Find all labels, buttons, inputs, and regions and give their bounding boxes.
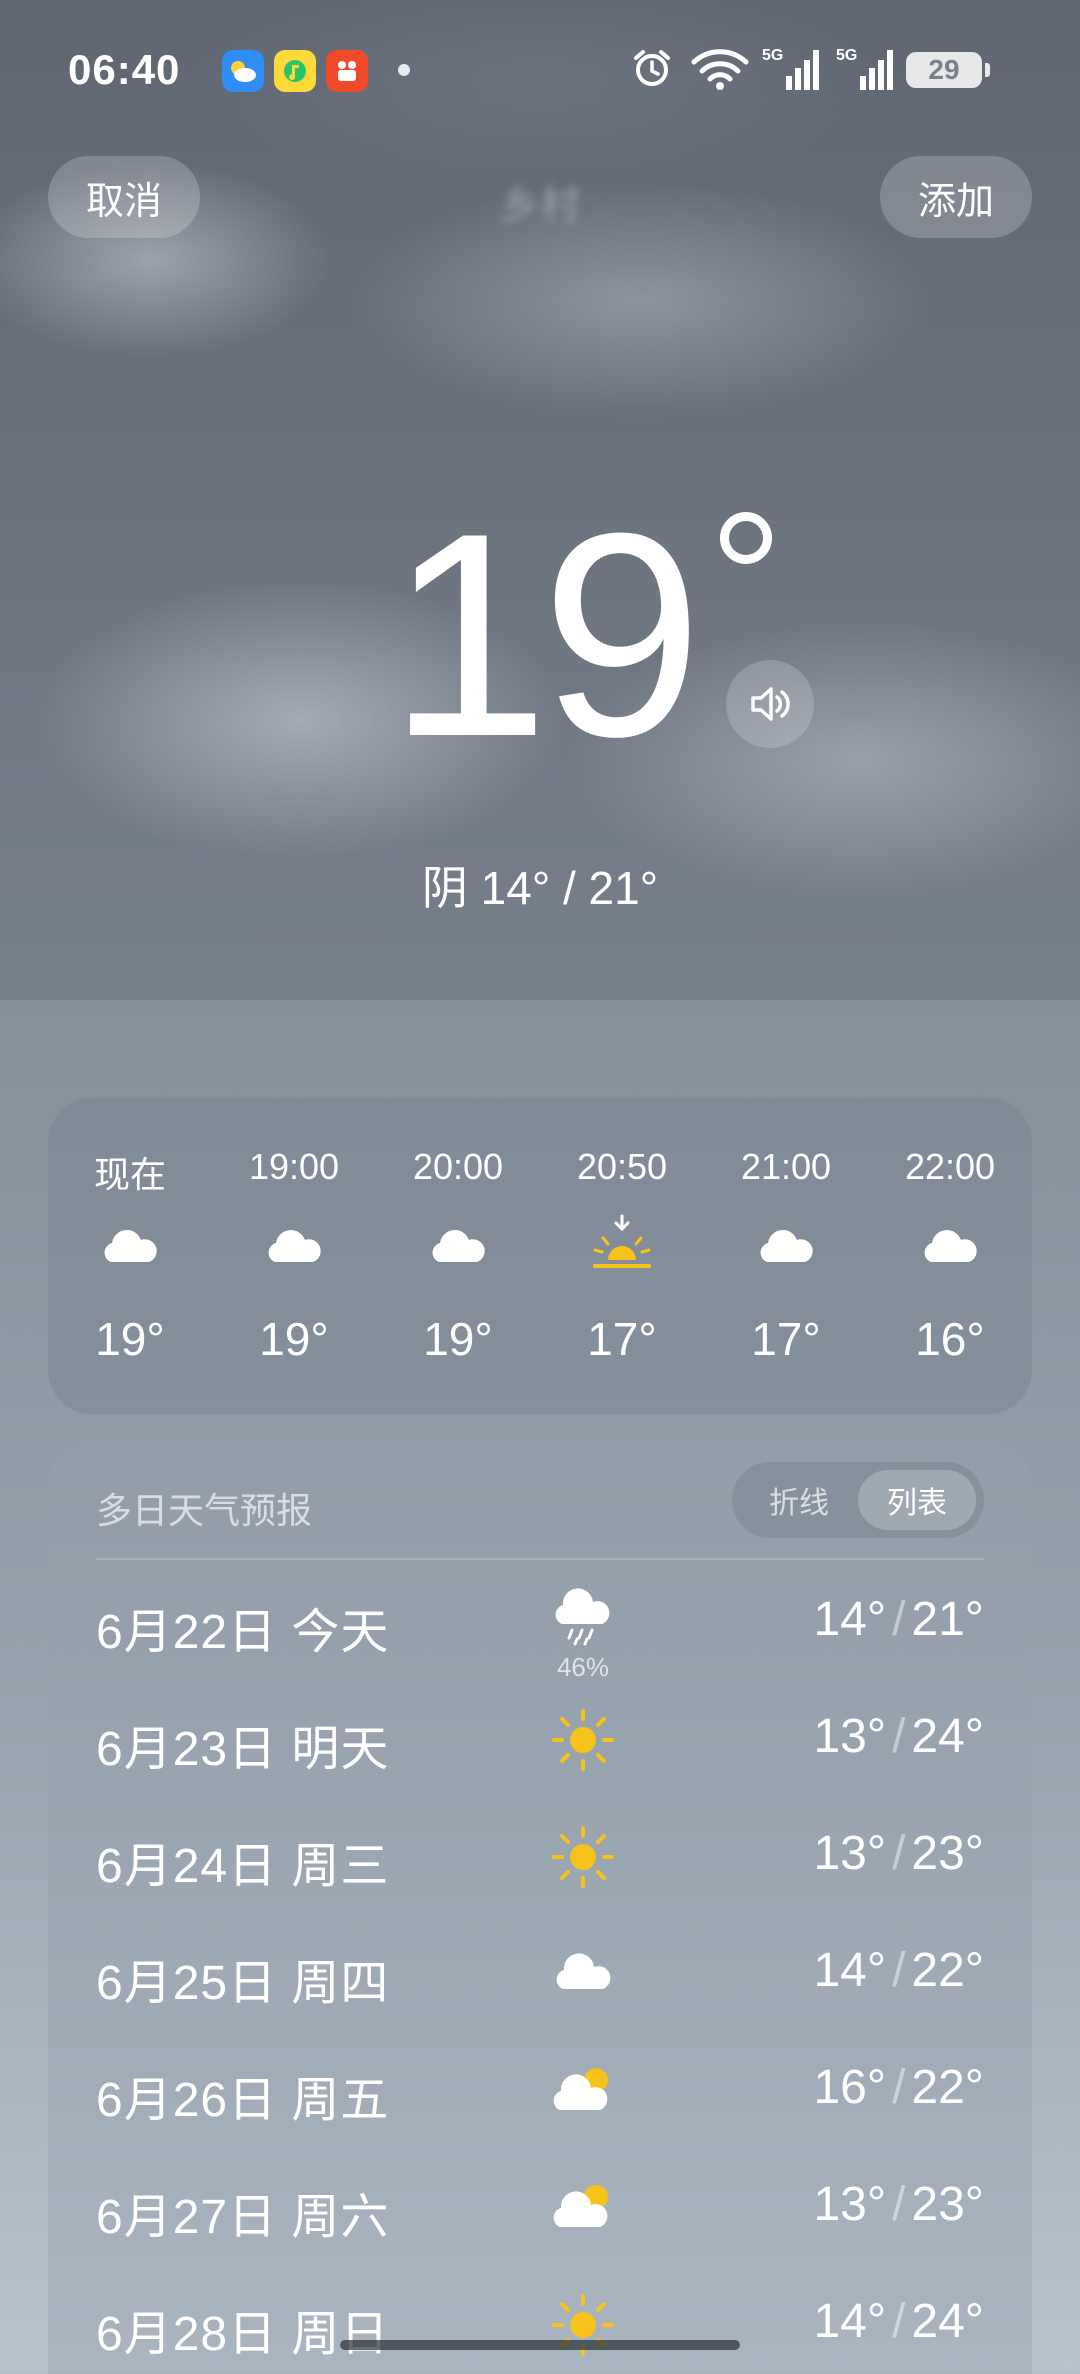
svg-text:5G: 5G (762, 47, 783, 64)
hourly-item: 19:00 19° (212, 1098, 376, 1414)
cloud-icon (104, 1230, 157, 1262)
sun-icon (552, 1826, 614, 1888)
daily-date: 6月24日 周三 (96, 1840, 390, 1893)
weather-app-icon (222, 50, 264, 92)
high-temp: 24° (911, 1710, 984, 1763)
status-time: 06:40 (68, 46, 181, 93)
add-button[interactable]: 添加 (879, 156, 1032, 238)
svg-text:5G: 5G (836, 47, 857, 64)
signal-5g-icon-2: 5G (836, 47, 893, 90)
daily-date: 6月22日 今天 (96, 1606, 390, 1659)
temp-range: 14°/21° (813, 1593, 984, 1646)
hourly-item: 20:50 17° (540, 1098, 704, 1414)
signal-5g-icon: 5G (762, 47, 819, 90)
alarm-icon (634, 50, 670, 86)
temp-range: 13°/23° (813, 1827, 984, 1880)
view-toggle: 折线 列表 (732, 1462, 984, 1538)
low-temp: 13° (813, 1710, 887, 1763)
music-app-icon (274, 50, 316, 92)
hourly-item: 20:00 19° (376, 1098, 540, 1414)
status-bar: 06:40 5G 5G 29 (0, 0, 1080, 140)
hourly-item: 21:00 17° (704, 1098, 868, 1414)
daily-row[interactable]: 6月22日 今天 46% 14°/21° (48, 1562, 1032, 1682)
low-temp: 14° (813, 1593, 887, 1646)
hour-temp: 19° (259, 1313, 329, 1365)
temp-range: 13°/24° (813, 1710, 984, 1763)
low-temp: 13° (813, 2178, 887, 2231)
wifi-icon (691, 49, 749, 90)
hour-label: 现在 (93, 1154, 166, 1195)
high-temp: 22° (911, 2061, 984, 2114)
hour-temp: 16° (915, 1313, 985, 1365)
daily-row[interactable]: 6月25日 周四 14°/22° (48, 1913, 1032, 2030)
home-indicator[interactable] (340, 2340, 740, 2350)
hour-label: 20:00 (412, 1146, 504, 1187)
daily-row[interactable]: 6月28日 周日 14°/24° (48, 2264, 1032, 2374)
daily-date: 6月27日 周六 (96, 2191, 390, 2244)
hour-temp: 17° (751, 1313, 821, 1365)
daily-forecast-title: 多日天气预报 (96, 1490, 313, 1531)
hour-temp: 17° (587, 1313, 657, 1365)
hourly-item: 现在 19° (48, 1098, 212, 1414)
partly-cloudy-icon (553, 2068, 608, 2110)
low-temp: 16° (813, 2061, 887, 2114)
sunset-icon (593, 1214, 651, 1268)
daily-row[interactable]: 6月27日 周六 13°/23° (48, 2147, 1032, 2264)
cloud-icon (556, 1953, 611, 1989)
speaker-button[interactable] (726, 660, 814, 748)
high-temp: 23° (911, 2178, 984, 2231)
daily-forecast-card: 多日天气预报 折线 列表 6月22日 今天 46% 14°/21° 6月23日 … (48, 1440, 1032, 2374)
temp-range: 13°/23° (813, 2178, 984, 2231)
daily-date: 6月28日 周日 (96, 2308, 390, 2361)
notification-dot (398, 64, 410, 76)
high-temp: 24° (911, 2295, 984, 2348)
current-temperature: 19 (388, 473, 703, 797)
list-view-tab[interactable]: 列表 (858, 1470, 976, 1530)
temp-range: 14°/22° (813, 1944, 984, 1997)
cloud-icon (432, 1230, 485, 1262)
daily-date: 6月25日 周四 (96, 1957, 390, 2010)
hourly-forecast-card: 现在 19° 19:00 19° 20:00 19° 20:50 17° 21:… (48, 1098, 1032, 1414)
hour-temp: 19° (95, 1313, 165, 1365)
rain-cloud-icon (555, 1588, 610, 1646)
daily-row[interactable]: 6月23日 明天 13°/24° (48, 1679, 1032, 1796)
partly-cloudy-icon (553, 2185, 608, 2227)
daily-row[interactable]: 6月26日 周五 16°/22° (48, 2030, 1032, 2147)
cloud-icon (760, 1230, 813, 1262)
daily-row[interactable]: 6月24日 周三 13°/23° (48, 1796, 1032, 1913)
high-temp: 23° (911, 1827, 984, 1880)
cloud-icon (924, 1230, 977, 1262)
video-app-icon (326, 50, 368, 92)
hour-label: 20:50 (576, 1146, 668, 1187)
speaker-icon (751, 687, 790, 721)
hour-label: 19:00 (248, 1146, 340, 1187)
temp-range: 14°/24° (813, 2295, 984, 2348)
degree-symbol (720, 512, 772, 564)
line-view-tab[interactable]: 折线 (740, 1470, 858, 1530)
hour-label: 21:00 (740, 1146, 832, 1187)
hour-label: 22:00 (904, 1146, 996, 1187)
hour-temp: 19° (423, 1313, 493, 1365)
cloud-icon (268, 1230, 321, 1262)
daily-date: 6月23日 明天 (96, 1723, 390, 1776)
high-temp: 21° (911, 1593, 984, 1646)
condition-range: 阴 14° / 21° (421, 862, 659, 914)
divider (96, 1558, 984, 1560)
hourly-item: 22:00 16° (868, 1098, 1032, 1414)
daily-date: 6月26日 周五 (96, 2074, 390, 2127)
low-temp: 14° (813, 1944, 887, 1997)
battery-indicator: 29 (906, 52, 990, 88)
sun-icon (552, 1709, 614, 1771)
low-temp: 14° (813, 2295, 887, 2348)
temp-range: 16°/22° (813, 2061, 984, 2114)
low-temp: 13° (813, 1827, 887, 1880)
high-temp: 22° (911, 1944, 984, 1997)
